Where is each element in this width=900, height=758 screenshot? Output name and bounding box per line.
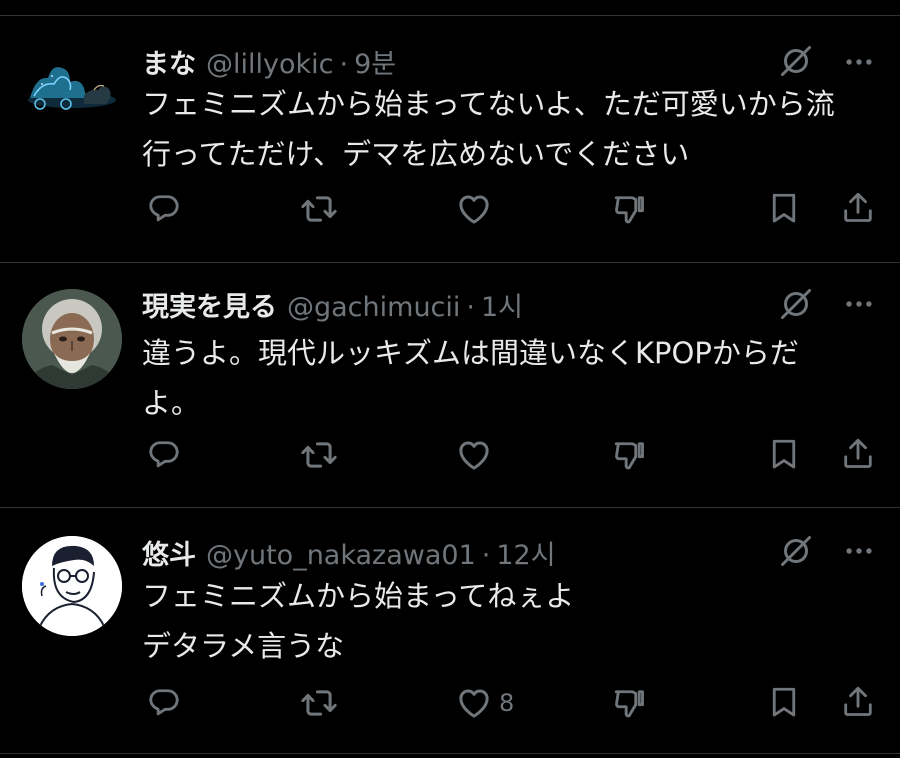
- thumbs-down-icon: [611, 437, 647, 473]
- bookmark-icon: [766, 684, 802, 720]
- grok-icon[interactable]: [778, 286, 814, 322]
- grok-icon[interactable]: [778, 43, 814, 79]
- dislike-button[interactable]: [611, 191, 647, 227]
- like-count: 8: [499, 689, 515, 717]
- retweet-icon: [300, 190, 338, 228]
- thumbs-down-icon: [611, 191, 647, 227]
- reply-icon: [146, 684, 182, 720]
- share-button[interactable]: [840, 683, 876, 719]
- more-icon[interactable]: [842, 45, 876, 79]
- tweet-text: フェミニズムから始まってねぇよ デタラメ言うな: [142, 579, 575, 663]
- bookmark-button[interactable]: [766, 436, 802, 472]
- like-button[interactable]: [455, 190, 499, 228]
- divider: [0, 753, 900, 754]
- timestamp[interactable]: 9분: [354, 42, 396, 81]
- tweet[interactable]: 現実を見る @gachimucii · 1시 違うよ。現代ルッキズムは間違いなく…: [0, 263, 900, 507]
- tweet[interactable]: 悠斗 @yuto_nakazawa01 · 12시 フェミニズムから始まってねぇ…: [0, 508, 900, 753]
- like-button[interactable]: [455, 436, 499, 474]
- display-name[interactable]: 悠斗: [142, 533, 196, 572]
- tweet-text: 違うよ。現代ルッキズムは間違いなくKPOPからだ よ。: [142, 336, 799, 420]
- heart-icon: [455, 436, 493, 474]
- display-name[interactable]: 現実を見る: [142, 285, 277, 324]
- retweet-icon: [300, 436, 338, 474]
- dislike-button[interactable]: [611, 685, 647, 721]
- tweet-header: 悠斗 @yuto_nakazawa01 · 12시: [142, 533, 556, 572]
- retweet-icon: [300, 684, 338, 722]
- bookmark-icon: [766, 190, 802, 226]
- separator-dot: ·: [481, 540, 491, 571]
- user-handle[interactable]: @yuto_nakazawa01: [206, 540, 476, 571]
- tweet-header: まな @lillyokic · 9분: [142, 42, 396, 81]
- tweet[interactable]: まな @lillyokic · 9분 フェミニズムから始まってないよ、ただ可愛い…: [0, 0, 900, 262]
- bookmark-button[interactable]: [766, 190, 802, 226]
- avatar[interactable]: [22, 289, 122, 389]
- avatar[interactable]: [22, 536, 122, 636]
- separator-dot: ·: [339, 49, 349, 80]
- share-button[interactable]: [840, 435, 876, 471]
- reply-button[interactable]: [146, 190, 182, 226]
- retweet-button[interactable]: [300, 684, 338, 722]
- avatar[interactable]: [22, 32, 122, 132]
- reply-icon: [146, 190, 182, 226]
- grok-icon[interactable]: [778, 533, 814, 569]
- dislike-button[interactable]: [611, 437, 647, 473]
- reply-icon: [146, 436, 182, 472]
- share-icon: [840, 683, 876, 719]
- heart-icon: [455, 684, 493, 722]
- retweet-button[interactable]: [300, 436, 338, 474]
- retweet-button[interactable]: [300, 190, 338, 228]
- more-icon[interactable]: [842, 287, 876, 321]
- timestamp[interactable]: 1시: [481, 285, 523, 324]
- like-button[interactable]: 8: [455, 684, 514, 722]
- share-icon: [840, 435, 876, 471]
- separator-dot: ·: [466, 292, 475, 323]
- heart-icon: [455, 190, 493, 228]
- user-handle[interactable]: @gachimucii: [287, 292, 460, 323]
- thumbs-down-icon: [611, 685, 647, 721]
- bookmark-icon: [766, 436, 802, 472]
- reply-button[interactable]: [146, 684, 182, 720]
- more-icon[interactable]: [842, 534, 876, 568]
- tweet-text: フェミニズムから始まってないよ、ただ可愛いから流 行ってただけ、デマを広めないで…: [142, 87, 835, 171]
- bookmark-button[interactable]: [766, 684, 802, 720]
- tweet-header: 現実を見る @gachimucii · 1시: [142, 285, 523, 324]
- share-button[interactable]: [840, 189, 876, 225]
- user-handle[interactable]: @lillyokic: [206, 49, 334, 80]
- display-name[interactable]: まな: [142, 42, 196, 81]
- reply-button[interactable]: [146, 436, 182, 472]
- share-icon: [840, 189, 876, 225]
- timestamp[interactable]: 12시: [496, 533, 555, 572]
